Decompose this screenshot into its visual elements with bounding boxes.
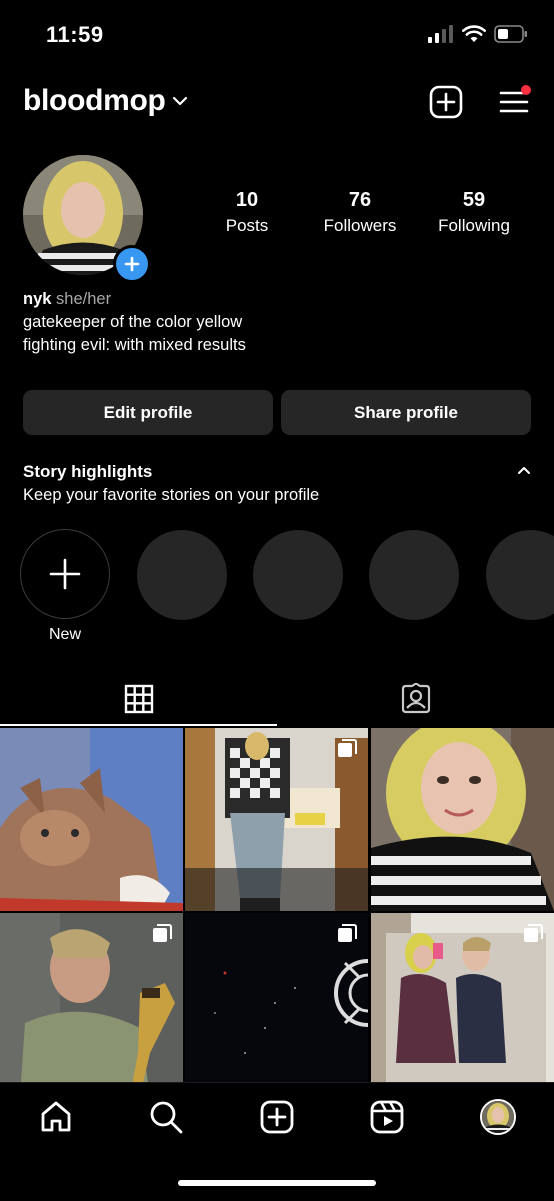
battery-icon: [494, 25, 527, 43]
search-icon: [150, 1101, 183, 1134]
profile-avatar-small: [480, 1099, 516, 1135]
post-thumbnail-1[interactable]: [0, 728, 183, 911]
nav-reels[interactable]: [367, 1097, 407, 1137]
highlight-placeholder: [486, 530, 554, 620]
multiple-photos-icon: [153, 924, 172, 942]
tagged-icon: [401, 683, 430, 714]
menu-button[interactable]: [496, 84, 532, 120]
status-time: 11:59: [46, 22, 104, 47]
stat-followers[interactable]: 76 Followers: [305, 189, 415, 236]
bio-line: fighting evil: with mixed results: [23, 336, 246, 354]
username: bloodmop: [23, 84, 166, 117]
nav-search[interactable]: [146, 1097, 186, 1137]
plus-icon: [124, 256, 140, 272]
home-icon: [41, 1101, 71, 1132]
status-icons: [428, 25, 528, 43]
profile-bio: nyk she/her gatekeeper of the color yell…: [23, 288, 246, 357]
post-thumbnail-3[interactable]: [371, 728, 554, 911]
multiple-photos-icon: [338, 924, 357, 942]
highlight-placeholder: [137, 530, 227, 620]
tab-tagged[interactable]: [277, 672, 554, 726]
nav-home[interactable]: [36, 1097, 76, 1137]
post-thumbnail-2[interactable]: [185, 728, 368, 911]
nav-create[interactable]: [257, 1097, 297, 1137]
post-thumbnail-5[interactable]: [185, 913, 368, 1096]
add-story-button[interactable]: [113, 245, 151, 283]
username-switcher[interactable]: bloodmop: [23, 84, 188, 118]
grid-icon: [124, 684, 153, 714]
new-highlight-label: New: [48, 626, 81, 643]
edit-profile-button[interactable]: Edit profile: [23, 390, 273, 435]
wifi-icon: [462, 25, 486, 42]
highlight-placeholder: [253, 530, 343, 620]
stat-label: Posts: [225, 216, 269, 235]
plus-square-icon: [429, 85, 463, 119]
plus-icon: [49, 558, 81, 590]
display-name: nyk: [23, 290, 52, 308]
stat-posts[interactable]: 10 Posts: [192, 189, 302, 236]
stat-value: 59: [462, 189, 486, 211]
collapse-highlights-button[interactable]: [515, 462, 533, 485]
stat-following[interactable]: 59 Following: [419, 189, 529, 236]
stat-value: 76: [348, 189, 372, 211]
create-icon: [260, 1100, 294, 1134]
stat-value: 10: [235, 189, 259, 211]
pronouns: she/her: [56, 290, 112, 308]
post-thumbnail-4[interactable]: [0, 913, 183, 1096]
highlight-placeholder: [369, 530, 459, 620]
signal-icon: [428, 25, 453, 43]
reels-icon: [370, 1100, 404, 1134]
multiple-photos-icon: [338, 739, 357, 757]
post-thumbnail-6[interactable]: [371, 913, 554, 1096]
notification-dot: [521, 85, 531, 95]
chevron-down-icon: [172, 96, 187, 106]
share-profile-button[interactable]: Share profile: [281, 390, 531, 435]
tab-posts-grid[interactable]: [0, 672, 277, 726]
active-tab-indicator: [0, 724, 277, 726]
chevron-up-icon: [518, 467, 530, 474]
nav-profile[interactable]: [478, 1097, 518, 1137]
hamburger-menu-icon: [499, 85, 531, 113]
highlights-title: Story highlights: [23, 462, 153, 481]
home-indicator: [178, 1180, 376, 1186]
new-highlight-button[interactable]: [20, 529, 110, 619]
stat-label: Following: [438, 216, 510, 235]
bio-line: gatekeeper of the color yellow: [23, 313, 243, 331]
highlights-subtitle: Keep your favorite stories on your profi…: [23, 486, 320, 504]
create-post-button[interactable]: [428, 84, 464, 120]
stat-label: Followers: [323, 216, 397, 235]
multiple-photos-icon: [524, 924, 543, 942]
